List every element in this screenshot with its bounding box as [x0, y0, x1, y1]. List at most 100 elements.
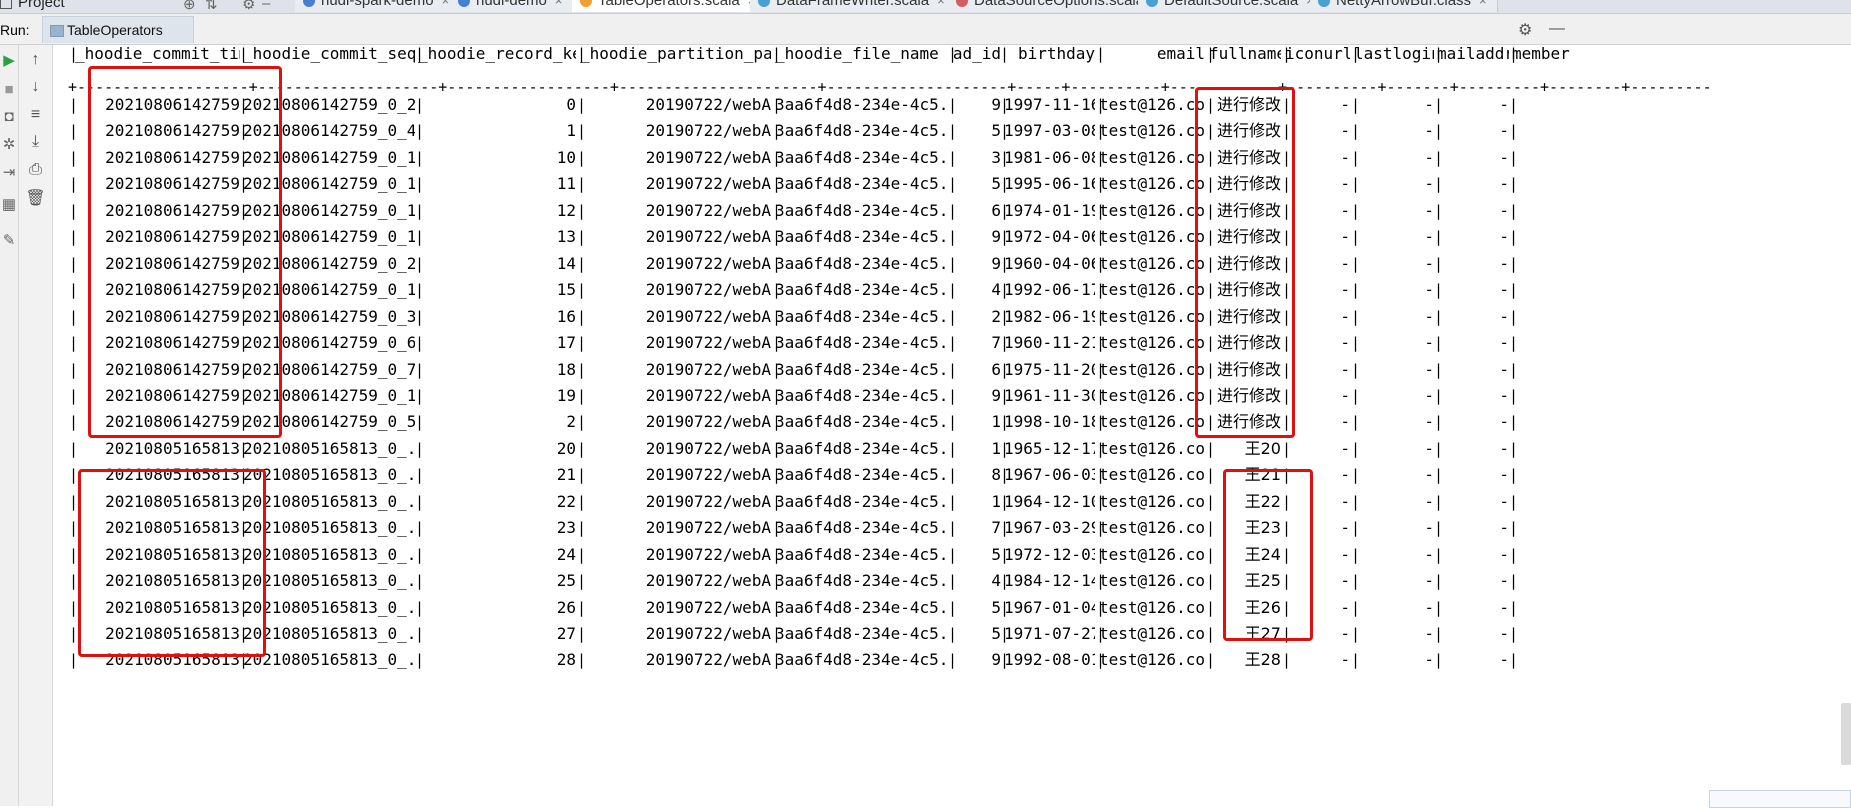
table-cell: - — [1340, 597, 1350, 617]
down-arrow-icon[interactable]: ↓ — [19, 78, 52, 96]
table-cell: 20190722/webA — [645, 359, 771, 379]
column-header: _hoodie_record_key — [418, 45, 576, 63]
layout-icon[interactable]: ▦ — [0, 195, 18, 213]
table-cell: 14 — [556, 253, 576, 273]
table-cell: 1967-01-04 — [1004, 597, 1095, 617]
rerun-icon[interactable]: ▶ — [0, 51, 18, 69]
row-divider: | — [1000, 254, 1010, 273]
editor-tab[interactable]: DataFrameWriter.scala × — [750, 0, 956, 12]
table-cell: - — [1424, 624, 1434, 643]
table-cell: 20210806142759_0_14 — [243, 147, 415, 167]
table-cell: - — [1340, 253, 1350, 273]
file-type-icon — [458, 0, 470, 8]
table-cell: 王22 — [1244, 491, 1281, 511]
column-header: fullname — [1209, 45, 1281, 63]
table-cell: 10 — [556, 147, 576, 167]
row-divider: | — [1509, 492, 1519, 511]
hide-panel-icon[interactable]: — — [1549, 20, 1565, 38]
row-divider: | — [1509, 651, 1519, 670]
table-cell: - — [1424, 280, 1434, 300]
close-tab-icon[interactable]: × — [555, 0, 563, 8]
table-cell: 进行修改 — [1216, 95, 1281, 114]
table-cell: test@126.com — [1099, 174, 1205, 194]
table-cell: test@126.com — [1099, 147, 1205, 167]
table-cell: 20210806142759 — [105, 227, 240, 247]
table-cell: - — [1499, 95, 1509, 114]
row-divider: | — [69, 228, 79, 247]
table-cell: test@126.com — [1099, 280, 1205, 300]
minimize-icon[interactable]: – — [262, 0, 270, 12]
table-cell: 20210805165813_0_... — [243, 438, 415, 458]
table-cell: - — [1340, 121, 1350, 141]
table-cell: 19 — [556, 385, 576, 405]
close-tab-icon[interactable]: × — [1479, 0, 1487, 8]
table-row: | 20210806142759 | 20210806142759_0_10 | 19 | 2… — [53, 383, 1851, 409]
row-divider: | — [1000, 360, 1010, 379]
table-cell: 20210806142759 — [105, 359, 240, 379]
collapse-icon[interactable]: ⇅ — [205, 0, 218, 13]
run-label: Run: — [0, 22, 30, 38]
table-cell: - — [1340, 544, 1350, 564]
settings-gear-icon[interactable]: ⚙ — [1518, 20, 1532, 40]
editor-tab[interactable]: TableOperators.scala× — [572, 0, 767, 12]
console-output[interactable]: _hoodie_commit_time | _hoodie_commit_seqno… — [53, 45, 1851, 806]
table-cell: test@126.com — [1099, 465, 1205, 485]
table-cell: - — [1424, 174, 1434, 194]
globe-icon[interactable]: ⊕ — [183, 0, 196, 13]
vertical-scrollbar[interactable] — [1841, 703, 1851, 765]
row-divider: | — [239, 651, 249, 670]
table-cell: 1960-11-21 — [1004, 333, 1095, 353]
close-tab-icon[interactable]: × — [937, 0, 945, 8]
close-tab-icon[interactable]: × — [442, 0, 450, 8]
table-cell: 28 — [556, 650, 576, 670]
table-cell: 1972-04-06 — [1004, 227, 1095, 247]
table-cell: 20210806142759 — [105, 280, 240, 300]
editor-tab[interactable]: hudi-demo × — [450, 0, 574, 12]
gear-icon[interactable]: ⚙ — [242, 0, 255, 13]
table-cell: 20210806142759_0_5 — [243, 412, 415, 432]
table-cell: 1 — [991, 491, 1001, 511]
table-cell: 1995-06-16 — [1004, 174, 1095, 194]
table-cell: test@126.com — [1099, 306, 1205, 326]
table-cell: 1 — [991, 412, 1001, 432]
scroll-to-end-icon[interactable]: ⤓ — [19, 133, 52, 151]
table-cell: - — [1499, 412, 1509, 432]
table-cell: 20190722/webA — [645, 385, 771, 405]
table-cell: 20210805165813 — [105, 597, 240, 617]
table-cell: - — [1424, 544, 1434, 564]
table-cell: 1972-12-03 — [1004, 544, 1095, 564]
table-cell: test@126.com — [1099, 227, 1205, 247]
project-tool-button[interactable]: Project — [0, 0, 65, 11]
table-cell: - — [1499, 518, 1509, 538]
table-cell: 23 — [556, 518, 576, 538]
editor-tab[interactable]: NettyArrowBuf.class × — [1310, 0, 1498, 12]
table-cell: - — [1340, 385, 1350, 405]
table-cell: - — [1424, 412, 1434, 432]
table-cell: - — [1424, 650, 1434, 670]
table-cell: 20190722/webA — [645, 227, 771, 247]
camera-icon[interactable]: ◘ — [0, 108, 18, 125]
run-tab[interactable]: TableOperators — [42, 16, 194, 43]
row-divider: | — [69, 307, 79, 326]
up-arrow-icon[interactable]: ↑ — [19, 51, 52, 69]
print-icon[interactable]: ⎙ — [19, 161, 52, 179]
table-cell: - — [1340, 227, 1350, 247]
row-divider: | — [1000, 228, 1010, 247]
editor-tab[interactable]: hudi-spark-demo × — [295, 0, 461, 12]
settings-icon[interactable]: ✲ — [0, 135, 18, 153]
table-cell: 20210806142759_0_7 — [243, 359, 415, 379]
column-divider: | — [1206, 45, 1216, 63]
row-divider: | — [239, 598, 249, 617]
trash-icon[interactable]: 🗑 — [19, 188, 52, 208]
exit-icon[interactable]: ⇥ — [0, 163, 18, 181]
pin-icon[interactable]: ✎ — [0, 231, 18, 249]
stop-icon[interactable]: ■ — [0, 81, 18, 98]
table-cell: 1965-12-17 — [1004, 438, 1095, 458]
table-cell: 1967-03-29 — [1004, 518, 1095, 538]
table-row: | 20210806142759 | 20210806142759_0_3 | 16 | 20… — [53, 304, 1851, 330]
table-cell: 20210806142759 — [105, 174, 240, 194]
soft-wrap-icon[interactable]: ≡ — [19, 106, 52, 124]
table-cell: - — [1340, 95, 1350, 114]
row-divider: | — [69, 386, 79, 405]
editor-tab[interactable]: DefaultSource.scala× — [1138, 0, 1325, 12]
